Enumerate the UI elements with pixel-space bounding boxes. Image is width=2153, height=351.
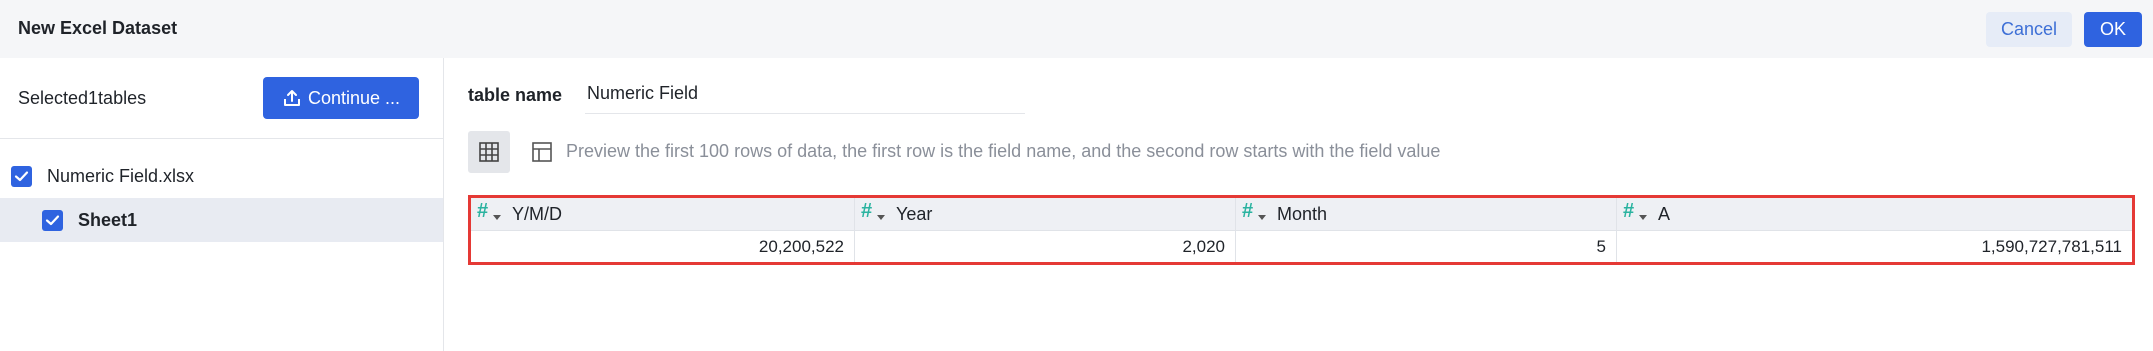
numeric-type-icon[interactable]: # xyxy=(1623,198,1653,231)
divider xyxy=(0,138,444,139)
preview-panel: table name Preview the first 100 rows of… xyxy=(445,58,2153,351)
chevron-down-icon xyxy=(1639,214,1647,220)
column-header[interactable]: # Year xyxy=(855,198,1236,231)
check-icon xyxy=(14,170,29,181)
column-name: Y/M/D xyxy=(512,203,563,224)
file-item[interactable]: Numeric Field.xlsx xyxy=(0,155,443,197)
file-checkbox[interactable] xyxy=(11,165,32,187)
column-name: Year xyxy=(896,203,933,224)
chevron-down-icon xyxy=(1258,214,1266,220)
grid-view-button[interactable] xyxy=(468,131,510,173)
preview-hint: Preview the first 100 rows of data, the … xyxy=(566,141,1441,161)
chevron-down-icon xyxy=(877,214,885,220)
table-layout-icon xyxy=(532,142,552,162)
table-view-button[interactable] xyxy=(521,131,563,173)
column-header[interactable]: # Month xyxy=(1236,198,1617,231)
sheet-item[interactable]: Sheet1 xyxy=(0,198,443,242)
ok-button[interactable]: OK xyxy=(2084,12,2142,47)
table-cell: 2,020 xyxy=(855,231,1236,262)
upload-icon xyxy=(283,90,300,106)
file-name: Numeric Field.xlsx xyxy=(47,165,195,186)
sheet-name: Sheet1 xyxy=(78,209,138,230)
chevron-down-icon xyxy=(493,214,501,220)
sheet-checkbox[interactable] xyxy=(42,209,63,231)
dialog-titlebar: New Excel Dataset Cancel OK xyxy=(0,0,2153,58)
cancel-button[interactable]: Cancel xyxy=(1986,12,2072,47)
table-cell: 1,590,727,781,511 xyxy=(1981,236,2122,256)
numeric-type-icon[interactable]: # xyxy=(477,198,507,231)
column-header[interactable]: # Y/M/D xyxy=(471,198,855,231)
table-cell: 20,200,522 xyxy=(471,231,855,262)
column-header[interactable]: # A xyxy=(1617,198,2132,231)
table-cell: 5 xyxy=(1236,231,1617,262)
numeric-type-icon[interactable]: # xyxy=(861,198,891,231)
grid-icon xyxy=(479,142,499,162)
column-name: A xyxy=(1658,203,1671,224)
sheet-selection-panel: Selected1tables Continue ... Numeric Fie… xyxy=(0,58,444,351)
preview-table: # Y/M/D # Year # Month # A 20,200,522 2,… xyxy=(468,195,2135,265)
continue-upload-button[interactable]: Continue ... xyxy=(263,77,419,119)
table-name-input[interactable] xyxy=(585,74,1025,114)
numeric-type-icon[interactable]: # xyxy=(1242,198,1272,231)
selected-count-text: Selected1tables xyxy=(18,88,147,108)
continue-label: Continue ... xyxy=(307,87,401,108)
dialog-title: New Excel Dataset xyxy=(18,18,178,38)
column-name: Month xyxy=(1277,203,1328,224)
table-name-label: table name xyxy=(468,85,563,105)
check-icon xyxy=(45,214,60,225)
